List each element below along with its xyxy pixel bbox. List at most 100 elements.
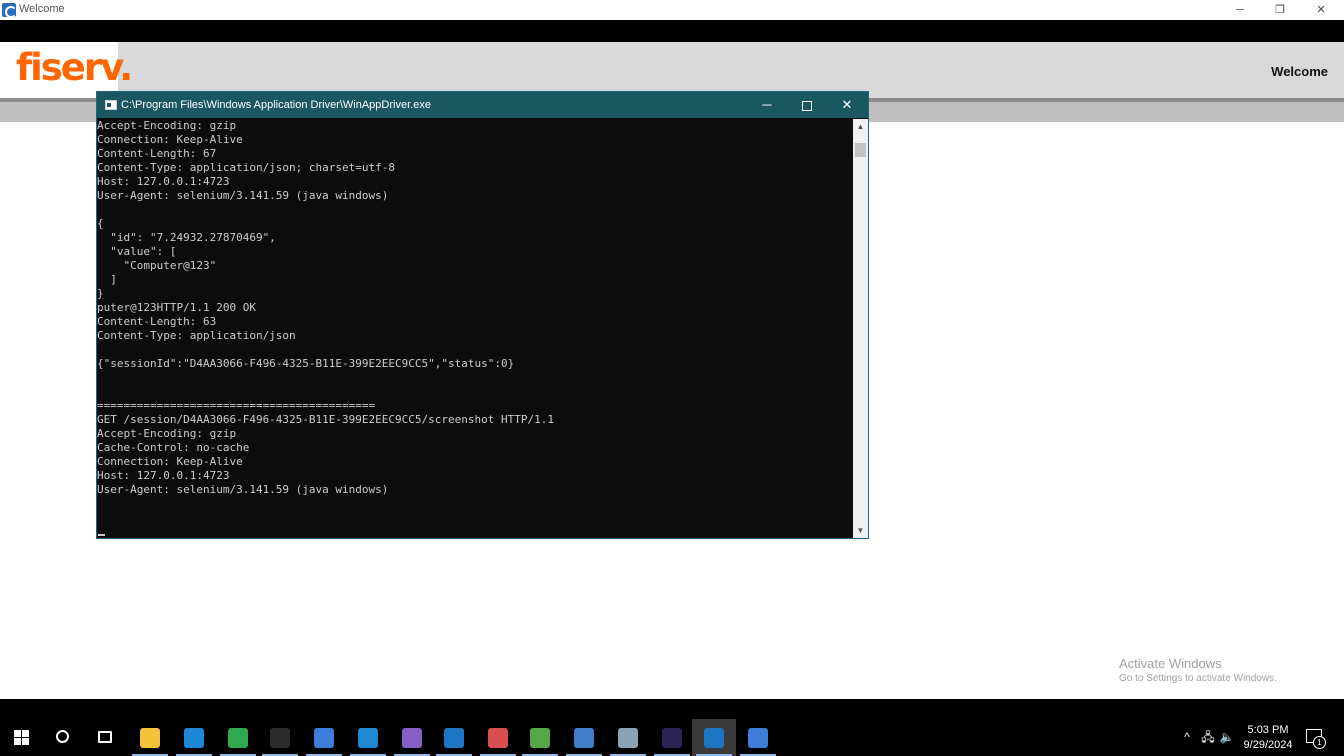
taskbar-remote-desktop[interactable] (562, 719, 606, 756)
console-output[interactable]: Accept-Encoding: gzip Connection: Keep-Al… (97, 119, 853, 538)
visual-studio-icon (402, 728, 422, 748)
taskbar-edge[interactable] (172, 719, 216, 756)
network-icon[interactable]: 🖧 (1198, 719, 1218, 756)
taskbar-command-prompt[interactable] (258, 719, 302, 756)
taskbar-start-button[interactable] (0, 719, 44, 756)
folder-icon (140, 728, 160, 748)
taskbar-winappdriver[interactable] (692, 719, 736, 756)
console-line: puter@123HTTP/1.1 200 OK (97, 301, 256, 314)
taskbar-app-window[interactable] (432, 719, 476, 756)
app-icon (314, 728, 334, 748)
scroll-down-icon[interactable]: ▼ (853, 523, 868, 538)
app-header: fiserv. Welcome (0, 42, 1344, 98)
taskbar-welcome-app[interactable] (736, 719, 780, 756)
console-line: { (97, 217, 104, 230)
console-line: ] (97, 273, 117, 286)
close-button[interactable]: ✕ (1301, 0, 1341, 20)
eclipse-icon (662, 728, 682, 748)
task-view-icon (98, 731, 112, 743)
taskbar-clock[interactable]: 5:03 PM 9/29/2024 (1238, 723, 1298, 753)
console-line: "id": "7.24932.27870469", (97, 231, 276, 244)
taskbar: ^ 🖧 🔈 5:03 PM 9/29/2024 1 (0, 719, 1344, 756)
notepad-icon (530, 728, 550, 748)
activation-title: Activate Windows (1119, 656, 1222, 671)
console-line: ========================================… (97, 399, 376, 412)
console-line: Content-Type: application/json (97, 329, 296, 342)
taskbar-task-view-button[interactable] (84, 719, 128, 756)
scroll-up-icon[interactable]: ▲ (853, 119, 868, 134)
minimize-button[interactable]: ─ (1220, 0, 1260, 20)
computer-icon (574, 728, 594, 748)
console-line: Connection: Keep-Alive (97, 133, 243, 146)
tray-chevron-icon[interactable]: ^ (1178, 719, 1196, 756)
console-line: Accept-Encoding: gzip (97, 427, 237, 440)
paint-icon (488, 728, 508, 748)
app-window-title: Welcome (19, 3, 65, 15)
console-line: User-Agent: selenium/3.141.59 (java wind… (97, 189, 389, 202)
console-line: Host: 127.0.0.1:4723 (97, 469, 230, 482)
window-icon (444, 728, 464, 748)
logo-container: fiserv. (0, 42, 133, 98)
console-line: Connection: Keep-Alive (97, 455, 243, 468)
console-maximize-button[interactable] (787, 92, 827, 118)
activation-watermark: Activate Windows Go to Settings to activ… (1119, 656, 1277, 684)
clock-date: 9/29/2024 (1243, 739, 1293, 751)
taskbar-media-app[interactable] (216, 719, 260, 756)
console-close-button[interactable]: ✕ (827, 92, 867, 118)
console-line: Cache-Control: no-cache (97, 441, 250, 454)
console-line: Accept-Encoding: gzip (97, 119, 237, 132)
console-line: Content-Length: 63 (97, 315, 217, 328)
console-line: Host: 127.0.0.1:4723 (97, 175, 230, 188)
notification-badge: 1 (1313, 736, 1326, 749)
taskbar-app-shortcut[interactable] (302, 719, 346, 756)
console-title-bar[interactable]: C:\Program Files\Windows Application Dri… (97, 92, 868, 118)
taskbar-file-explorer[interactable] (128, 719, 172, 756)
app-icon (748, 728, 768, 748)
app-icon (2, 3, 17, 18)
console-icon (270, 728, 290, 748)
console-scrollbar[interactable]: ▲ ▼ (853, 119, 868, 538)
vscode-icon (358, 728, 378, 748)
console-line: Content-Length: 67 (97, 147, 217, 160)
taskbar-search-button[interactable] (42, 719, 86, 756)
desktop: Welcome ─ ❐ ✕ fiserv. Welcome C:\Program… (0, 0, 1344, 756)
taskbar-paint-app[interactable] (476, 719, 520, 756)
console-window[interactable]: C:\Program Files\Windows Application Dri… (96, 91, 869, 539)
activation-subtitle: Go to Settings to activate Windows. (1119, 673, 1277, 684)
console-window-icon (704, 728, 724, 748)
taskbar-eclipse[interactable] (650, 719, 694, 756)
restore-button[interactable]: ❐ (1260, 0, 1300, 20)
console-line: } (97, 287, 104, 300)
volume-icon[interactable]: 🔈 (1218, 719, 1236, 756)
app-black-strip (0, 20, 1344, 42)
fiserv-logo: fiserv. (16, 46, 133, 89)
taskbar-visual-studio[interactable] (390, 719, 434, 756)
edge-icon (184, 728, 204, 748)
maximize-icon (802, 100, 812, 111)
header-welcome-label: Welcome (1271, 64, 1328, 79)
console-minimize-button[interactable]: ─ (747, 92, 787, 118)
windows-logo-icon (14, 730, 30, 746)
console-window-title: C:\Program Files\Windows Application Dri… (121, 99, 431, 111)
console-line: User-Agent: selenium/3.141.59 (java wind… (97, 483, 389, 496)
text-cursor (98, 534, 105, 536)
console-line: GET /session/D4AA3066-F496-4325-B11E-399… (97, 413, 554, 426)
clock-time: 5:03 PM (1247, 724, 1289, 736)
taskbar-vscode[interactable] (346, 719, 390, 756)
console-line: Content-Type: application/json; charset=… (97, 161, 396, 174)
console-line: "Computer@123" (97, 259, 217, 272)
console-line: {"sessionId":"D4AA3066-F496-4325-B11E-39… (97, 357, 515, 370)
scrollbar-thumb[interactable] (855, 143, 866, 157)
taskbar-devices-app[interactable] (606, 719, 650, 756)
console-line: "value": [ (97, 245, 177, 258)
console-icon (105, 100, 117, 110)
media-icon (228, 728, 248, 748)
app-title-bar: Welcome ─ ❐ ✕ (0, 0, 1344, 20)
devices-icon (618, 728, 638, 748)
taskbar-notepad-app[interactable] (518, 719, 562, 756)
search-icon (56, 730, 69, 743)
